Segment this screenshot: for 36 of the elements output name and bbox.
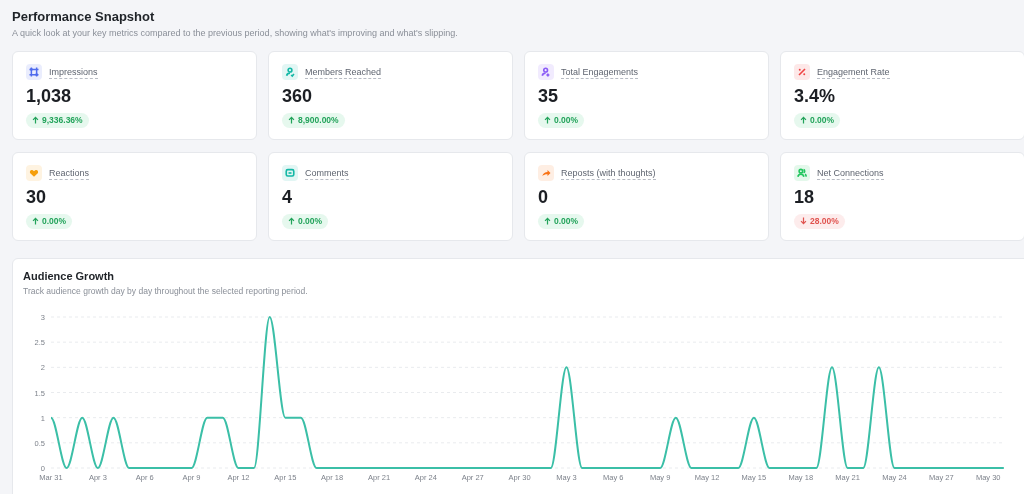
- metric-value: 35: [538, 85, 559, 107]
- metric-value: 18: [794, 186, 815, 208]
- down-arrow-icon: [800, 217, 807, 225]
- up-arrow-icon: [800, 116, 807, 124]
- metric-label: Net Connections: [817, 166, 884, 180]
- up-arrow-icon: [544, 116, 551, 124]
- up-arrow-icon: [544, 217, 551, 225]
- metric-value: 0: [538, 186, 548, 208]
- change-badge: 0.00%: [794, 112, 841, 128]
- up-arrow-icon: [288, 217, 295, 225]
- change-badge: 0.00%: [538, 213, 585, 229]
- metric-label: Reposts (with thoughts): [561, 166, 656, 180]
- metric-label: Impressions: [49, 65, 98, 79]
- metric-label: Total Engagements: [561, 65, 639, 79]
- metric-label: Members Reached: [305, 65, 382, 79]
- change-badge: 28.00%: [794, 213, 845, 229]
- change-badge: 0.00%: [538, 112, 585, 128]
- metric-label: Comments: [305, 166, 349, 180]
- change-badge: 0.00%: [26, 213, 73, 229]
- metric-value: 1,038: [26, 85, 72, 107]
- metric-value: 360: [282, 85, 313, 107]
- metric-label: Reactions: [49, 166, 90, 180]
- change-badge: 8,900.00%: [282, 112, 345, 128]
- metric-value: 4: [282, 186, 292, 208]
- metric-value: 30: [26, 186, 47, 208]
- up-arrow-icon: [32, 116, 39, 124]
- up-arrow-icon: [32, 217, 39, 225]
- chart-title: Audience Growth: [23, 269, 116, 283]
- section-title: Performance Snapshot: [12, 9, 156, 25]
- section-subtitle: A quick look at your key metrics compared to the previous period, showing what's improving and what's slipping.: [12, 27, 459, 39]
- metric-label: Engagement Rate: [817, 65, 890, 79]
- metric-value: 3.4%: [794, 85, 836, 107]
- change-badge: 0.00%: [282, 213, 329, 229]
- change-badge: 9,336.36%: [26, 112, 89, 128]
- up-arrow-icon: [288, 116, 295, 124]
- chart-subtitle: Track audience growth day by day throughout the selected reporting period.: [23, 285, 309, 297]
